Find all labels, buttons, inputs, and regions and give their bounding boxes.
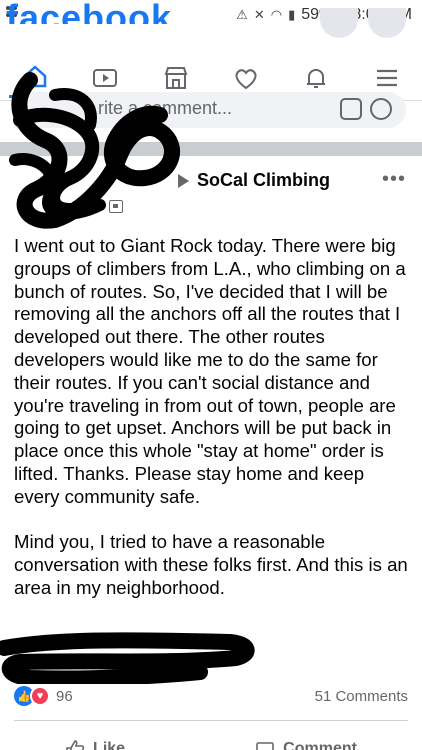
reaction-summary[interactable]: 👍 ♥ 96 bbox=[14, 686, 73, 706]
menu-icon bbox=[376, 69, 397, 86]
like-button[interactable]: Like bbox=[65, 734, 125, 750]
redaction-scribble bbox=[0, 632, 255, 684]
reaction-count: 96 bbox=[56, 687, 73, 705]
post-paragraph: Mind you, I tried to have a reasonable c… bbox=[14, 531, 408, 598]
messenger-icon[interactable] bbox=[368, 8, 406, 38]
group-link[interactable]: SoCal Climbing bbox=[178, 170, 330, 191]
signal-icon: ▮ bbox=[288, 7, 296, 22]
mute-icon: ✕ bbox=[253, 7, 265, 22]
thumbs-up-icon bbox=[66, 740, 85, 750]
bell-icon bbox=[307, 68, 326, 88]
header-buttons bbox=[320, 8, 406, 38]
heart-icon bbox=[235, 68, 257, 89]
camera-icon[interactable] bbox=[340, 98, 362, 120]
search-icon[interactable] bbox=[320, 8, 358, 38]
comment-label: Comment bbox=[283, 740, 357, 750]
comment-count[interactable]: 51 Comments bbox=[315, 688, 408, 705]
more-options-button[interactable]: ••• bbox=[382, 168, 406, 191]
actions-divider bbox=[14, 720, 408, 721]
post-text: I went out to Giant Rock today. There we… bbox=[14, 235, 412, 600]
reactions-summary: 👍 ♥ 96 51 Comments bbox=[14, 686, 408, 706]
redaction-scribble bbox=[9, 72, 180, 229]
post-paragraph: I went out to Giant Rock today. There we… bbox=[14, 235, 406, 507]
comment-tools bbox=[340, 98, 392, 120]
comment-button[interactable]: Comment bbox=[255, 734, 357, 750]
group-name[interactable]: SoCal Climbing bbox=[197, 170, 330, 191]
emoji-icon[interactable] bbox=[370, 98, 392, 120]
alert-icon: ⚠ bbox=[236, 7, 248, 22]
like-label: Like bbox=[93, 740, 126, 750]
facebook-logo: facebook bbox=[6, 0, 173, 24]
love-reaction-icon: ♥ bbox=[30, 686, 50, 706]
wifi-icon: ◠ bbox=[270, 7, 283, 22]
comment-icon bbox=[256, 742, 274, 750]
post-actions: Like Comment bbox=[0, 734, 422, 750]
